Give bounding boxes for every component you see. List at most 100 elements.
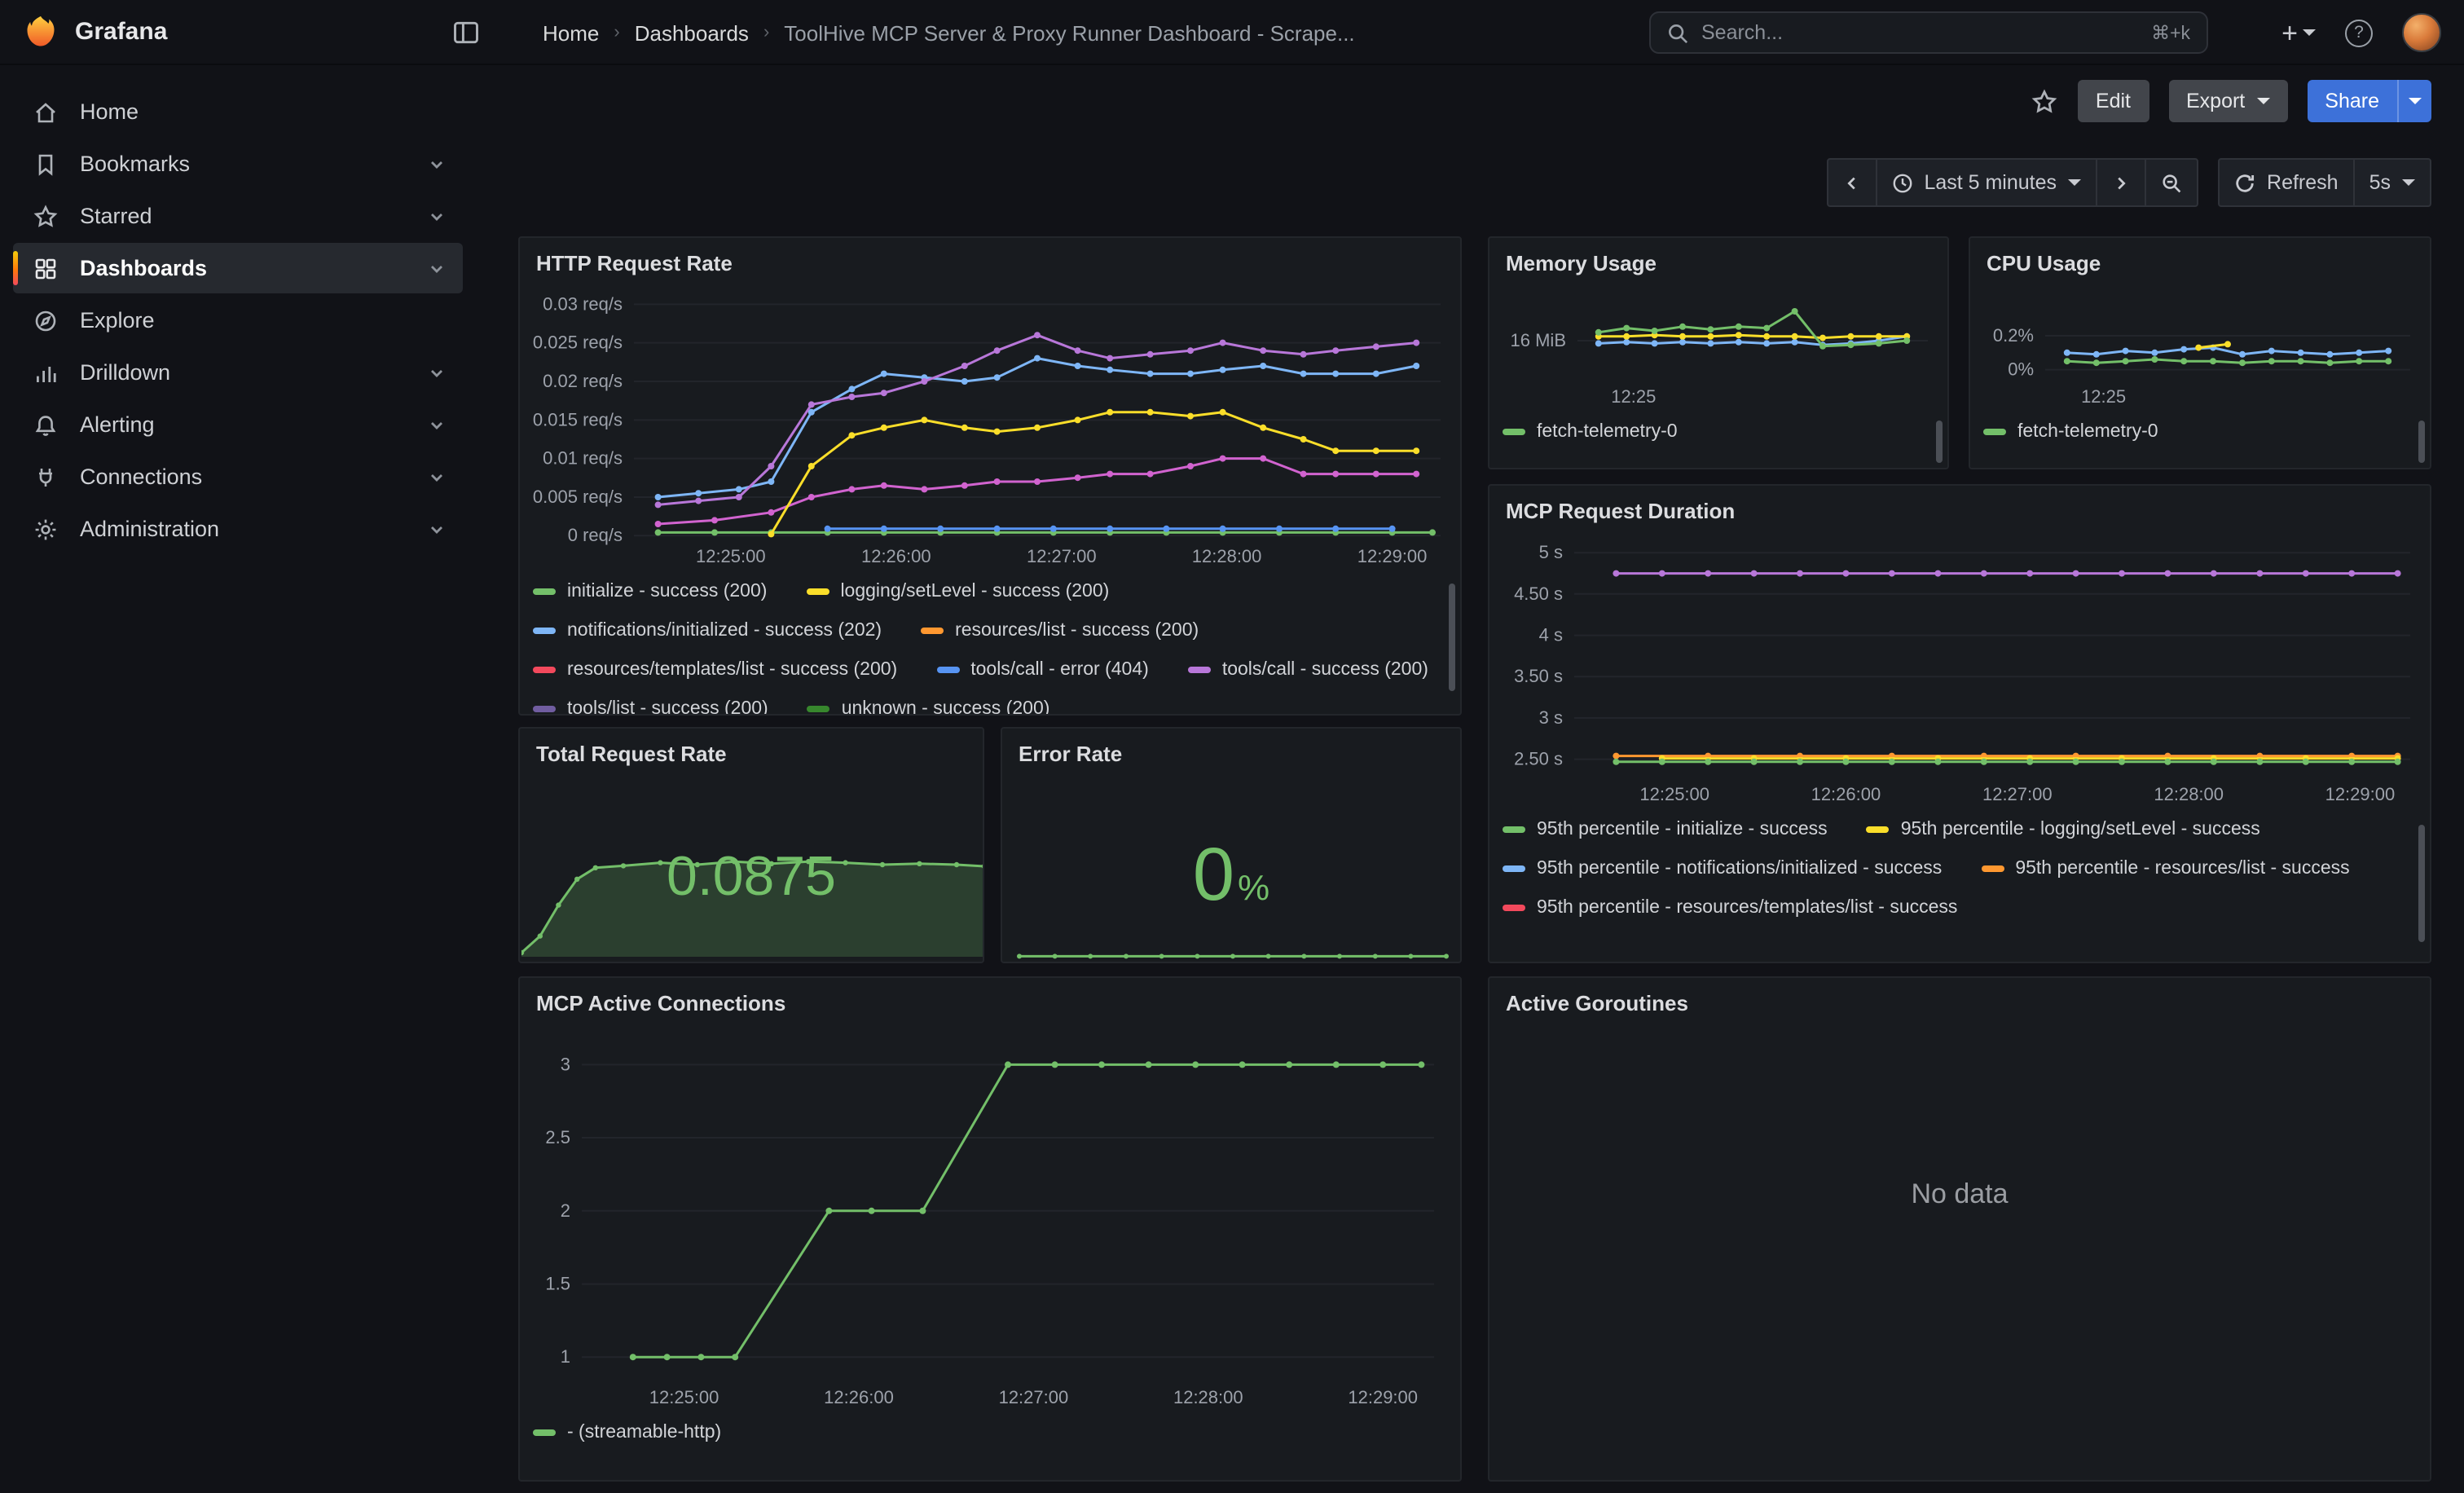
svg-text:12:25: 12:25 <box>2081 386 2126 407</box>
search-input[interactable] <box>1701 21 2138 44</box>
legend-item[interactable]: 95th percentile - resources/list - succe… <box>1981 849 2349 888</box>
memory-usage-chart[interactable]: 16 MiB12:25 <box>1503 282 1938 409</box>
legend-swatch <box>921 628 944 634</box>
scrollbar-thumb[interactable] <box>2418 421 2425 463</box>
search-box[interactable]: ⌘+k <box>1649 11 2208 54</box>
legend-item[interactable]: 95th percentile - initialize - success <box>1503 810 1828 849</box>
brand[interactable]: Grafana <box>0 14 167 50</box>
panel-title[interactable]: Error Rate <box>1019 742 1444 766</box>
legend-item[interactable]: - (streamable-http) <box>533 1413 721 1452</box>
panel-title[interactable]: HTTP Request Rate <box>536 251 1444 275</box>
panel-error-rate: Error Rate 0% <box>1001 727 1462 963</box>
svg-text:0 req/s: 0 req/s <box>568 525 623 545</box>
breadcrumb-home[interactable]: Home <box>543 20 599 45</box>
mcp-request-duration-chart[interactable]: 5 s4.50 s4 s3.50 s3 s2.50 s12:25:0012:26… <box>1503 530 2420 807</box>
legend-item[interactable]: 95th percentile - notifications/initiali… <box>1503 849 1942 888</box>
panel-cpu-usage: CPU Usage 0.2% 0% 12:25 fetch-telemetry-0 <box>1969 236 2431 469</box>
legend-label: tools/call - success (200) <box>1222 660 1428 680</box>
sidebar-item-dashboards[interactable]: Dashboards <box>13 243 463 293</box>
panel-total-request-rate: Total Request Rate 0.0875 <box>518 727 984 963</box>
panel-title[interactable]: MCP Active Connections <box>536 991 1444 1015</box>
legend-item[interactable]: unknown - success (200) <box>807 689 1050 716</box>
time-range-picker[interactable]: Last 5 minutes <box>1875 158 2097 207</box>
panel-title[interactable]: Total Request Rate <box>536 742 966 766</box>
share-split-button: Share <box>2307 80 2431 122</box>
sidebar-item-administration[interactable]: Administration <box>13 504 463 554</box>
svg-text:12:29:00: 12:29:00 <box>1357 546 1428 566</box>
export-button[interactable]: Export <box>2168 80 2287 122</box>
legend-item[interactable]: initialize - success (200) <box>533 572 767 611</box>
time-shift-forward-button[interactable] <box>2096 158 2146 207</box>
zoom-out-button[interactable] <box>2145 158 2198 207</box>
time-shift-back-button[interactable] <box>1826 158 1877 207</box>
legend-label: 95th percentile - resources/templates/li… <box>1537 898 1957 918</box>
sidebar-item-drilldown[interactable]: Drilldown <box>13 347 463 398</box>
legend-item[interactable]: tools/call - error (404) <box>936 650 1149 689</box>
time-range-group: Last 5 minutes <box>1826 158 2198 207</box>
breadcrumb-separator: › <box>763 23 769 42</box>
sidebar-item-starred[interactable]: Starred <box>13 191 463 241</box>
legend-label: 95th percentile - initialize - success <box>1537 820 1828 839</box>
panel-title[interactable]: MCP Request Duration <box>1506 499 2413 523</box>
scrollbar-thumb[interactable] <box>2418 825 2425 942</box>
legend-swatch <box>936 667 959 673</box>
sidebar-toggle-icon[interactable] <box>450 16 482 49</box>
legend-label: unknown - success (200) <box>842 699 1050 716</box>
legend-item[interactable]: logging/setLevel - success (200) <box>806 572 1109 611</box>
legend-item[interactable]: fetch-telemetry-0 <box>1503 412 1678 451</box>
sidebar-item-explore[interactable]: Explore <box>13 295 463 346</box>
dashboard-toolbar: Edit Export Share <box>2031 80 2431 122</box>
sidebar-item-label: Connections <box>80 465 202 489</box>
legend-item[interactable]: resources/templates/list - success (200) <box>533 650 897 689</box>
legend-label: - (streamable-http) <box>567 1423 721 1442</box>
panel-title[interactable]: Active Goroutines <box>1506 991 2413 1015</box>
new-menu-button[interactable]: + <box>2281 19 2316 46</box>
favorite-star-icon[interactable] <box>2031 87 2058 115</box>
http-request-rate-chart[interactable]: 0 req/s0.005 req/s0.01 req/s0.015 req/s0… <box>533 282 1450 569</box>
svg-text:12:28:00: 12:28:00 <box>1173 1387 1243 1407</box>
legend-swatch <box>1983 429 2006 435</box>
legend-label: resources/list - success (200) <box>955 621 1199 641</box>
sidebar-item-bookmarks[interactable]: Bookmarks <box>13 139 463 189</box>
legend-swatch <box>533 1429 556 1436</box>
caret-down-icon <box>2303 29 2316 36</box>
svg-text:0%: 0% <box>2008 359 2034 380</box>
share-caret-button[interactable] <box>2397 80 2431 122</box>
error-rate-sparkline[interactable] <box>1004 937 1462 960</box>
user-avatar[interactable] <box>2402 13 2441 52</box>
legend-item[interactable]: fetch-telemetry-0 <box>1983 412 2158 451</box>
legend-swatch <box>807 706 830 712</box>
panel-title[interactable]: CPU Usage <box>1987 251 2413 275</box>
caret-down-icon <box>2409 98 2422 104</box>
legend-item[interactable]: 95th percentile - resources/templates/li… <box>1503 888 1957 927</box>
scrollbar-thumb[interactable] <box>1936 421 1943 463</box>
sidebar-item-alerting[interactable]: Alerting <box>13 399 463 450</box>
legend-item[interactable]: 95th percentile - logging/setLevel - suc… <box>1867 810 2260 849</box>
sidebar-item-connections[interactable]: Connections <box>13 451 463 502</box>
legend-item[interactable]: tools/call - success (200) <box>1188 650 1428 689</box>
legend-item[interactable]: notifications/initialized - success (202… <box>533 611 882 650</box>
caret-down-icon <box>2256 98 2269 104</box>
legend-item[interactable]: tools/list - success (200) <box>533 689 768 716</box>
svg-text:0.2%: 0.2% <box>1993 325 2034 346</box>
share-button[interactable]: Share <box>2307 80 2397 122</box>
help-icon[interactable]: ? <box>2345 19 2373 46</box>
legend-label: notifications/initialized - success (202… <box>567 621 882 641</box>
legend-item[interactable]: resources/list - success (200) <box>921 611 1199 650</box>
legend-label: logging/setLevel - success (200) <box>840 582 1109 601</box>
cpu-usage-chart[interactable]: 0.2% 0% 12:25 <box>1983 282 2420 409</box>
stat-value: 0% <box>1002 830 1460 918</box>
gear-icon <box>33 516 59 542</box>
sidebar-item-home[interactable]: Home <box>13 86 463 137</box>
breadcrumb-dashboards[interactable]: Dashboards <box>635 20 749 45</box>
svg-text:5 s: 5 s <box>1539 542 1563 562</box>
scrollbar-thumb[interactable] <box>1449 584 1455 691</box>
refresh-button[interactable]: Refresh <box>2218 158 2355 207</box>
mcp-active-connections-chart[interactable]: 11.522.5312:25:0012:26:0012:27:0012:28:0… <box>533 1022 1450 1410</box>
refresh-interval-picker[interactable]: 5s <box>2353 158 2431 207</box>
svg-text:3: 3 <box>561 1054 570 1074</box>
caret-down-icon <box>2402 179 2415 186</box>
svg-text:12:25:00: 12:25:00 <box>649 1387 719 1407</box>
panel-title[interactable]: Memory Usage <box>1506 251 1931 275</box>
edit-button[interactable]: Edit <box>2078 80 2149 122</box>
